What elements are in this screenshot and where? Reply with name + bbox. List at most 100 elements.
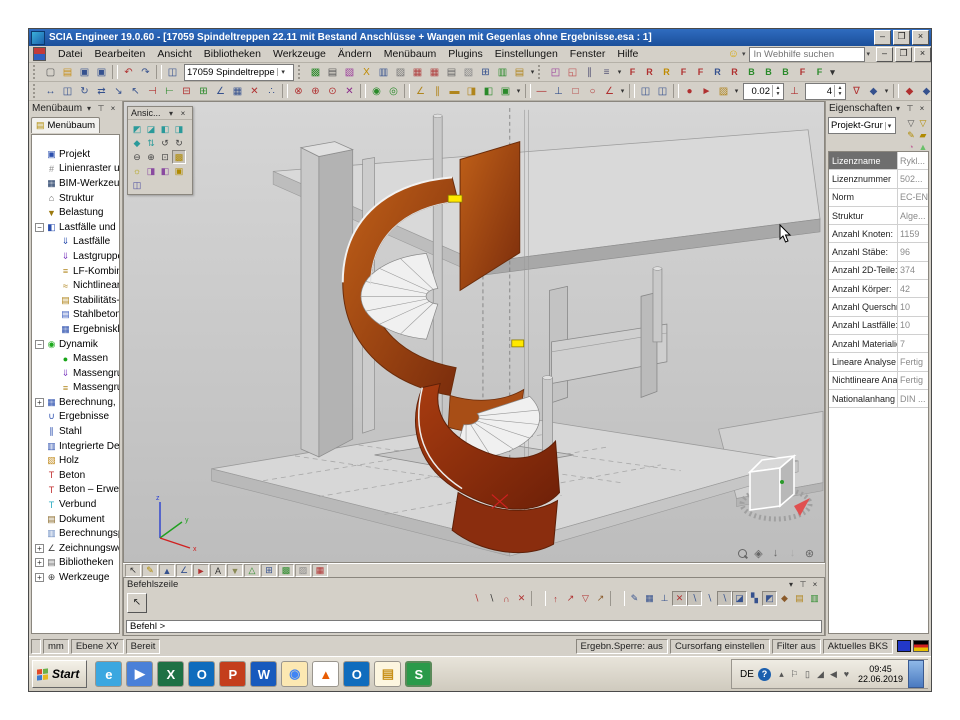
pencil-icon[interactable]: ✎ [905,129,917,141]
osnap-perp-icon[interactable]: ◆ [777,591,792,606]
escape-cursor-button[interactable]: ↖ [127,593,147,613]
property-row[interactable]: Lizenzname Rykl... [829,152,928,170]
numbering-icon[interactable]: ≡ [598,64,615,80]
help-tray-icon[interactable]: ? [758,668,771,681]
point-icon[interactable]: ● [681,83,698,99]
table-editor-icon[interactable]: ⊞ [477,64,494,80]
view-axo-icon[interactable]: ◨ [172,122,186,136]
powerpoint-icon[interactable]: P [219,661,246,687]
properties-selector[interactable]: Projekt-Grunddaten ▾ [828,117,896,134]
german-flag-icon[interactable] [913,640,929,652]
pin-icon[interactable]: ⊤ [904,104,916,113]
chevron-down-icon[interactable]: ▾ [785,580,797,589]
zoom-select-icon[interactable] [733,545,750,561]
file-explorer-icon[interactable]: ▤ [374,661,401,687]
snap-dot-icon[interactable]: ◆ [865,83,882,99]
toggle-grid-icon[interactable]: ▦ [642,591,657,606]
snap-grid-icon[interactable]: ▽ [578,591,593,606]
snap-arc-icon[interactable]: ∩ [499,591,514,606]
load-display-icon-4[interactable]: F [675,64,692,80]
snap-node-icon[interactable]: ↑ [548,591,563,606]
tree-linienraster[interactable]: # Linienraster und Gescho [32,162,119,177]
command-input[interactable] [126,620,822,633]
vector-icon[interactable]: ► [698,83,715,99]
rectangle-icon[interactable]: □ [567,83,584,99]
sep[interactable] [525,84,531,98]
close-icon[interactable]: × [916,104,928,113]
properties-header[interactable]: Eigenschaften ▾ ⊤ × [826,101,931,116]
tree-massengruppen[interactable]: ⇓ Massengruppen [32,366,119,381]
abc-check-icon[interactable]: A [210,564,226,577]
export-icon[interactable]: ▤ [511,64,528,80]
check-nodes-icon[interactable]: ◉ [368,83,385,99]
vlc-icon[interactable]: ▲ [312,661,339,687]
osnap-intersect-icon[interactable]: ∖ [717,591,732,606]
outlook-icon[interactable]: O [188,661,215,687]
axes-mode-icon[interactable]: ⊞ [261,564,277,577]
load-display-icon-2[interactable]: R [641,64,658,80]
property-row[interactable]: Anzahl Querschnitte: 10 [829,298,928,316]
break-icon[interactable]: ⊟ [178,83,195,99]
divisions-spinner[interactable]: 4 ▲▼ [805,83,846,100]
menu-bibliotheken[interactable]: Bibliotheken [198,47,267,61]
mdi-close-button[interactable]: × [914,47,931,62]
view-palette-header[interactable]: Ansic... ▾ × [128,107,192,120]
zoom-cube-icon[interactable]: ◆ [130,136,144,150]
tree-stahl[interactable]: ∥ Stahl [32,424,119,439]
search-dropdown-icon[interactable]: ▾ [866,50,870,58]
language-indicator[interactable]: DE [740,669,754,680]
snap-endpoint-icon[interactable]: ∖ [469,591,484,606]
menu-ansicht[interactable]: Ansicht [151,47,197,61]
close-window-icon[interactable]: ◫ [164,64,181,80]
layers-manager-icon[interactable]: ◰ [547,64,564,80]
caret[interactable]: ▾ [615,64,624,80]
hinge-icon[interactable]: ⊙ [324,83,341,99]
rotate-ccw-icon[interactable]: ↺ [158,136,172,150]
save-all-icon[interactable]: ▣ [93,64,110,80]
tree-lf-kombinationen[interactable]: ≡ LF-Kombinationen [32,264,119,279]
stamp-mode-icon[interactable]: ▼ [227,564,243,577]
tree-werkzeuge[interactable]: + ⊕ Werkzeuge [32,570,119,585]
caret[interactable]: ▾ [618,83,627,99]
arc-icon[interactable]: ∠ [601,83,618,99]
tree-stabilitaets-lfk[interactable]: ▤ Stabilitäts-LFK [32,293,119,308]
toolbar-grip[interactable] [33,84,39,98]
new-plate-icon[interactable]: ▬ [446,83,463,99]
status-result-lock[interactable]: Ergebn.Sperre: aus [576,639,668,654]
tree-lastfaelle-lf-kombinationen[interactable]: − ◧ Lastfälle und LF-Kombin [32,220,119,235]
load-display-icon-10[interactable]: B [777,64,794,80]
mdi-restore-button[interactable]: ❐ [895,47,912,62]
menu-datei[interactable]: Datei [52,47,89,61]
tree-holz[interactable]: ▧ Holz [32,453,119,468]
undo-icon[interactable]: ↶ [120,64,137,80]
snap-point-icon[interactable]: ↗ [563,591,578,606]
help-smiley-icon[interactable]: ☺ [728,48,739,60]
status-bks[interactable]: Aktuelles BKS [823,639,893,654]
load-display-icon-7[interactable]: R [726,64,743,80]
clock[interactable]: 09:45 22.06.2019 [858,664,903,684]
tree-ergebnisklassen[interactable]: ▦ Ergebnisklassen [32,322,119,337]
property-row[interactable]: Norm EC-EN [829,189,928,207]
sep[interactable] [629,84,635,98]
flag-mode-icon[interactable]: ► [193,564,209,577]
menu-tree-header[interactable]: Menübaum ▾ ⊤ × [29,101,122,116]
copy-icon[interactable]: ◫ [59,83,76,99]
section-box-icon[interactable]: ▣ [172,164,186,178]
property-row[interactable]: Anzahl Stäbe: 96 [829,243,928,261]
property-row[interactable]: Anzahl Materialien: 7 [829,335,928,353]
tree-belastung[interactable]: ▼ Belastung [32,205,119,220]
tree-zeichnungswerkzeuge[interactable]: + ∠ Zeichnungswerkzeuge [32,541,119,556]
property-row[interactable]: Nationalanhang DIN ... [829,390,928,408]
load-display-icon-6[interactable]: R [709,64,726,80]
status-filter[interactable]: Filter aus [772,639,821,654]
tree-struktur[interactable]: ⌂ Struktur [32,191,119,206]
property-row[interactable]: Lineare Analyse Fertig [829,353,928,371]
new-shell-icon[interactable]: ◧ [480,83,497,99]
outlook-mail-icon[interactable]: O [343,661,370,687]
save-icon[interactable]: ▣ [76,64,93,80]
volume-icon[interactable]: ◀ [827,667,840,681]
line-icon[interactable]: — [533,83,550,99]
sep[interactable] [360,84,366,98]
property-row[interactable]: Anzahl Körper: 42 [829,280,928,298]
print-data-icon[interactable]: ▤ [443,64,460,80]
